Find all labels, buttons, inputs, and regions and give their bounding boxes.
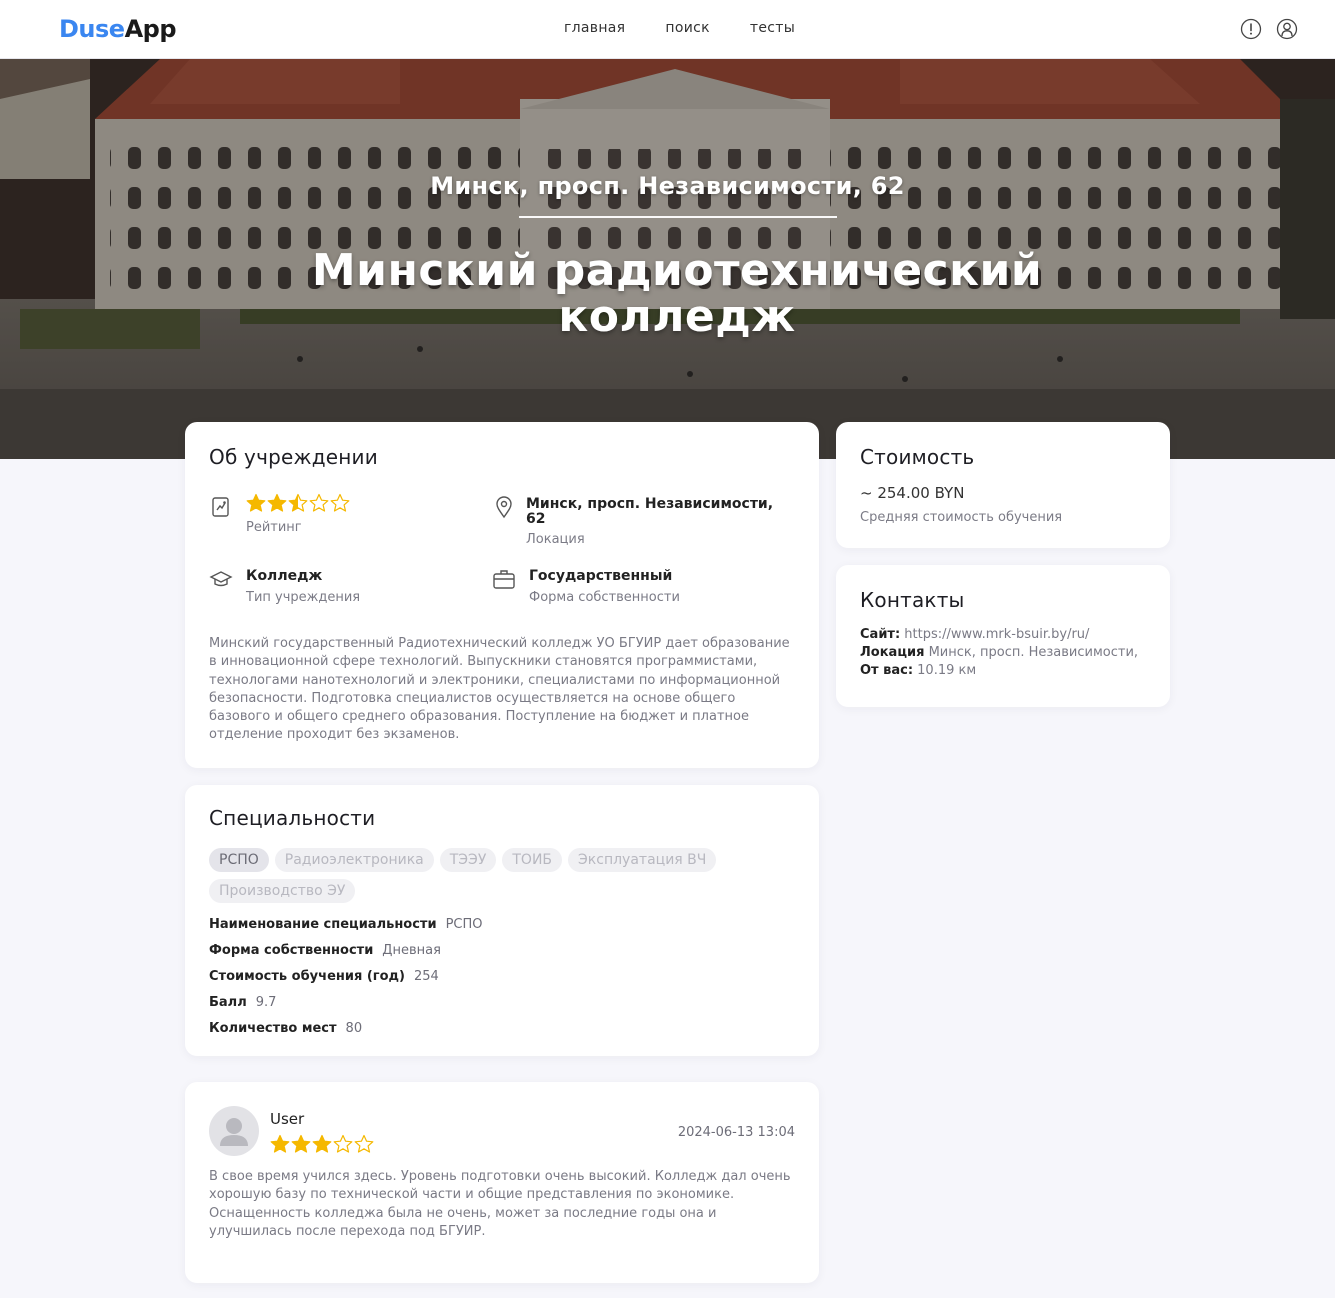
spec-detail-value: 254 <box>413 969 439 984</box>
contact-site-label: Сайт: <box>860 627 901 642</box>
spec-detail-value: Дневная <box>382 943 441 958</box>
contact-site-link[interactable]: https://www.mrk-bsuir.by/ru/ <box>904 627 1089 642</box>
spec-detail-form: Форма собственности Дневная <box>209 943 441 958</box>
speciality-chips: РСПО Радиоэлектроника ТЭЭУ ТОИБ Эксплуат… <box>209 848 799 903</box>
spec-detail-key: Количество мест <box>209 1021 337 1036</box>
location-info: Минск, просп. Независимости, 62 Локация <box>490 495 800 555</box>
chip-teeu[interactable]: ТЭЭУ <box>439 848 497 872</box>
location-label: Локация <box>526 532 585 547</box>
type-label: Тип учреждения <box>246 590 361 605</box>
review-rating-stars <box>270 1134 374 1154</box>
star-empty-icon <box>354 1134 374 1153</box>
contacts-title: Контакты <box>860 588 965 612</box>
logo[interactable]: DuseApp <box>59 15 177 43</box>
ownership-label: Форма собственности <box>529 590 680 605</box>
star-filled-icon <box>312 1134 332 1153</box>
nav-link-home[interactable]: главная <box>564 20 625 36</box>
spec-detail-key: Наименование специальности <box>209 917 437 932</box>
cost-value: ~ 254.00 BYN <box>860 484 965 502</box>
specialities-title: Специальности <box>209 806 376 830</box>
info-icon[interactable] <box>1239 17 1263 41</box>
spec-detail-value: РСПО <box>445 917 483 932</box>
review-card: User 2024-06-13 13:04 В свое время училс… <box>185 1082 819 1283</box>
review-text: В свое время учился здесь. Уровень подго… <box>209 1169 791 1239</box>
contact-distance-row: От вас: 10.19 км <box>860 663 976 678</box>
spec-detail-key: Стоимость обучения (год) <box>209 969 405 984</box>
about-title: Об учреждении <box>209 445 378 469</box>
spec-detail-places: Количество мест 80 <box>209 1021 362 1036</box>
cost-label: Средняя стоимость обучения <box>860 510 1063 525</box>
spec-detail-key: Балл <box>209 995 247 1010</box>
about-card: Об учреждении Рейтинг Минск, просп. Неза… <box>185 422 819 768</box>
location-value: Минск, просп. Независимости, 62 <box>526 496 774 527</box>
avatar <box>209 1106 259 1156</box>
rating-label: Рейтинг <box>246 520 302 535</box>
contact-distance-label: От вас: <box>860 663 914 678</box>
star-filled-icon <box>291 1134 311 1153</box>
star-empty-icon <box>309 493 329 512</box>
chip-ekspluatatsiya-vch[interactable]: Эксплуатация ВЧ <box>568 848 717 872</box>
navbar: DuseApp главная поиск тесты <box>0 0 1335 59</box>
contact-site-row: Сайт: https://www.mrk-bsuir.by/ru/ <box>860 627 1089 642</box>
star-filled-icon <box>270 1134 290 1153</box>
review-username: User <box>270 1110 305 1128</box>
page-title: Минский радиотехнический колледж <box>311 245 1043 342</box>
main-nav: главная поиск тесты <box>564 20 795 36</box>
chip-rspo[interactable]: РСПО <box>209 848 269 872</box>
logo-part-app: App <box>124 15 177 43</box>
type-value: Колледж <box>246 568 323 584</box>
chip-toib[interactable]: ТОИБ <box>502 848 563 872</box>
contacts-card: Контакты Сайт: https://www.mrk-bsuir.by/… <box>836 565 1170 707</box>
chip-proizvodstvo-eu[interactable]: Производство ЭУ <box>209 879 356 903</box>
contact-location-value: Минск, просп. Независимости, <box>928 645 1139 660</box>
nav-link-search[interactable]: поиск <box>665 20 709 36</box>
rating-stars <box>246 493 350 513</box>
star-half-icon <box>288 493 308 512</box>
ownership-info: Государственный Форма собственности <box>492 567 792 607</box>
star-empty-icon <box>333 1134 353 1153</box>
ownership-value: Государственный <box>529 568 673 584</box>
contact-distance-value: 10.19 км <box>917 663 977 678</box>
hero-divider <box>519 216 837 218</box>
cost-card: Стоимость ~ 254.00 BYN Средняя стоимость… <box>836 422 1170 548</box>
contact-location-row: Локация Минск, просп. Независимости, <box>860 645 1138 660</box>
star-filled-icon <box>267 493 287 512</box>
review-date: 2024-06-13 13:04 <box>677 1125 795 1140</box>
spec-detail-cost: Стоимость обучения (год) 254 <box>209 969 439 984</box>
rating-info: Рейтинг <box>209 493 469 543</box>
spec-detail-key: Форма собственности <box>209 943 374 958</box>
spec-detail-score: Балл 9.7 <box>209 995 276 1010</box>
hero-banner: Минск, просп. Независимости, 62 Минский … <box>0 59 1335 459</box>
star-empty-icon <box>330 493 350 512</box>
spec-detail-value: 9.7 <box>255 995 277 1010</box>
location-pin-icon <box>492 495 516 519</box>
type-info: Колледж Тип учреждения <box>209 567 469 607</box>
logo-part-duse: Duse <box>59 15 125 43</box>
chip-radioelectronics[interactable]: Радиоэлектроника <box>274 848 434 872</box>
hero-address: Минск, просп. Независимости, 62 <box>430 172 905 200</box>
about-description: Минский государственный Радиотехнический… <box>209 636 790 743</box>
nav-icons <box>1239 17 1299 41</box>
cost-title: Стоимость <box>860 445 975 469</box>
spec-detail-value: 80 <box>345 1021 363 1036</box>
spec-detail-name: Наименование специальности РСПО <box>209 917 483 932</box>
rating-icon <box>209 495 233 519</box>
star-filled-icon <box>246 493 266 512</box>
user-icon[interactable] <box>1275 17 1299 41</box>
briefcase-icon <box>492 567 516 591</box>
graduation-cap-icon <box>209 567 233 591</box>
nav-link-tests[interactable]: тесты <box>750 20 795 36</box>
contact-location-label: Локация <box>860 645 925 660</box>
specialities-card: Специальности РСПО Радиоэлектроника ТЭЭУ… <box>185 785 819 1056</box>
